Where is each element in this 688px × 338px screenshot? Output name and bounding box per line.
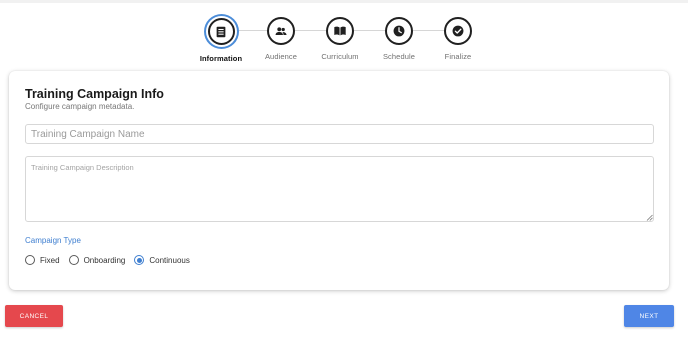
campaign-description-input[interactable] — [25, 156, 654, 222]
campaign-name-input[interactable] — [25, 124, 654, 144]
radio-button[interactable] — [68, 255, 79, 265]
radio-label: Onboarding — [83, 255, 126, 265]
cancel-button[interactable]: CANCEL — [5, 305, 63, 327]
step-finalize[interactable]: Finalize — [418, 17, 498, 61]
step-label: Finalize — [444, 52, 472, 61]
check-circle-icon — [444, 17, 472, 45]
radio-button-checked[interactable] — [134, 255, 145, 265]
radio-option-fixed[interactable]: Fixed — [25, 255, 60, 265]
next-button[interactable]: NEXT — [624, 305, 674, 327]
card-title: Training Campaign Info — [25, 87, 164, 101]
clock-icon — [385, 17, 413, 45]
campaign-type-radio-group: Fixed Onboarding Continuous — [25, 254, 199, 266]
campaign-type-label: Campaign Type — [25, 236, 81, 245]
card-subtitle: Configure campaign metadata. — [25, 102, 135, 111]
campaign-stepper: Information Audience Curriculum Schedule… — [0, 0, 688, 70]
radio-button[interactable] — [25, 255, 35, 265]
radio-option-onboarding[interactable]: Onboarding — [68, 255, 126, 265]
campaign-info-card: Training Campaign Info Configure campaig… — [9, 71, 669, 290]
resize-handle-icon[interactable] — [646, 214, 653, 221]
radio-label: Continuous — [149, 255, 190, 265]
radio-label: Fixed — [40, 255, 60, 265]
radio-option-continuous[interactable]: Continuous — [134, 255, 190, 265]
people-icon — [267, 17, 295, 45]
open-book-icon — [326, 17, 354, 45]
document-list-icon — [207, 18, 235, 45]
